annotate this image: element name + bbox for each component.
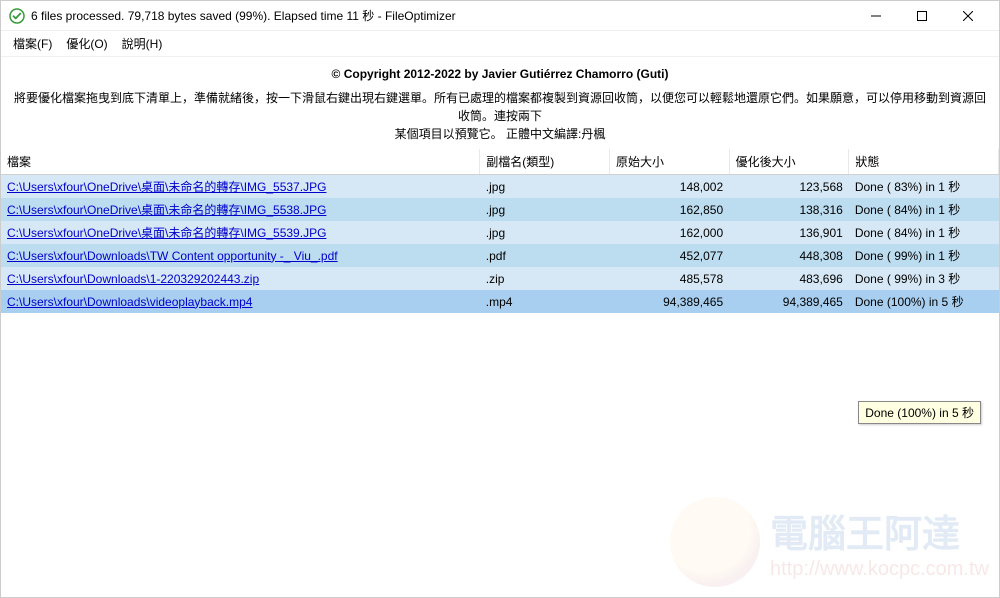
close-button[interactable] <box>945 1 991 31</box>
menu-file[interactable]: 檔案(F) <box>7 33 58 54</box>
file-link[interactable]: C:\Users\xfour\Downloads\videoplayback.m… <box>7 295 252 309</box>
col-file[interactable]: 檔案 <box>1 149 480 175</box>
cell-path[interactable]: C:\Users\xfour\OneDrive\桌面\未命名的轉存\IMG_55… <box>1 175 480 199</box>
file-table[interactable]: 檔案 副檔名(類型) 原始大小 優化後大小 狀態 C:\Users\xfour\… <box>1 149 999 313</box>
cell-path[interactable]: C:\Users\xfour\OneDrive\桌面\未命名的轉存\IMG_55… <box>1 198 480 221</box>
table-row[interactable]: C:\Users\xfour\Downloads\1-220329202443.… <box>1 267 999 290</box>
col-ext[interactable]: 副檔名(類型) <box>480 149 610 175</box>
cell-ext: .zip <box>480 267 610 290</box>
cell-ext: .jpg <box>480 198 610 221</box>
cell-ext: .pdf <box>480 244 610 267</box>
cell-orig: 148,002 <box>609 175 729 199</box>
cell-opt: 448,308 <box>729 244 849 267</box>
watermark-mascot-icon <box>670 497 760 587</box>
cell-opt: 123,568 <box>729 175 849 199</box>
menu-optimize[interactable]: 優化(O) <box>60 33 113 54</box>
col-status[interactable]: 狀態 <box>849 149 999 175</box>
cell-status: Done ( 84%) in 1 秒 <box>849 198 999 221</box>
file-link[interactable]: C:\Users\xfour\OneDrive\桌面\未命名的轉存\IMG_55… <box>7 203 326 217</box>
col-orig[interactable]: 原始大小 <box>609 149 729 175</box>
app-icon <box>9 8 25 24</box>
cell-opt: 94,389,465 <box>729 290 849 313</box>
cell-status: Done ( 99%) in 1 秒 <box>849 244 999 267</box>
instructions-text: 將要優化檔案拖曳到底下清單上，準備就緒後，按一下滑鼠右鍵出現右鍵選單。所有已處理… <box>1 87 999 149</box>
cell-status: Done ( 99%) in 3 秒 <box>849 267 999 290</box>
col-opt[interactable]: 優化後大小 <box>729 149 849 175</box>
file-link[interactable]: C:\Users\xfour\Downloads\1-220329202443.… <box>7 272 259 286</box>
cell-status: Done ( 83%) in 1 秒 <box>849 175 999 199</box>
titlebar: 6 files processed. 79,718 bytes saved (9… <box>1 1 999 31</box>
table-header-row: 檔案 副檔名(類型) 原始大小 優化後大小 狀態 <box>1 149 999 175</box>
table-row[interactable]: C:\Users\xfour\OneDrive\桌面\未命名的轉存\IMG_55… <box>1 198 999 221</box>
copyright-text: © Copyright 2012-2022 by Javier Gutiérre… <box>1 57 999 87</box>
cell-path[interactable]: C:\Users\xfour\Downloads\1-220329202443.… <box>1 267 480 290</box>
cell-orig: 485,578 <box>609 267 729 290</box>
window-controls <box>853 1 991 31</box>
cell-ext: .mp4 <box>480 290 610 313</box>
table-row[interactable]: C:\Users\xfour\Downloads\videoplayback.m… <box>1 290 999 313</box>
cell-orig: 162,000 <box>609 221 729 244</box>
file-link[interactable]: C:\Users\xfour\OneDrive\桌面\未命名的轉存\IMG_55… <box>7 180 326 194</box>
cell-opt: 483,696 <box>729 267 849 290</box>
instructions-line2: 某個項目以預覽它。 正體中文編譯:丹楓 <box>395 127 606 141</box>
cell-orig: 452,077 <box>609 244 729 267</box>
cell-path[interactable]: C:\Users\xfour\Downloads\TW Content oppo… <box>1 244 480 267</box>
minimize-button[interactable] <box>853 1 899 31</box>
window-title: 6 files processed. 79,718 bytes saved (9… <box>31 7 853 24</box>
table-row[interactable]: C:\Users\xfour\OneDrive\桌面\未命名的轉存\IMG_55… <box>1 221 999 244</box>
table-row[interactable]: C:\Users\xfour\Downloads\TW Content oppo… <box>1 244 999 267</box>
cell-orig: 162,850 <box>609 198 729 221</box>
file-link[interactable]: C:\Users\xfour\Downloads\TW Content oppo… <box>7 249 338 263</box>
cell-orig: 94,389,465 <box>609 290 729 313</box>
watermark-text: 電腦王阿達 <box>770 503 960 558</box>
maximize-button[interactable] <box>899 1 945 31</box>
status-tooltip: Done (100%) in 5 秒 <box>858 401 981 424</box>
cell-path[interactable]: C:\Users\xfour\OneDrive\桌面\未命名的轉存\IMG_55… <box>1 221 480 244</box>
menu-help[interactable]: 說明(H) <box>116 33 169 54</box>
watermark: 電腦王阿達 http://www.kocpc.com.tw <box>670 497 989 587</box>
instructions-line1: 將要優化檔案拖曳到底下清單上，準備就緒後，按一下滑鼠右鍵出現右鍵選單。所有已處理… <box>14 91 986 123</box>
cell-opt: 138,316 <box>729 198 849 221</box>
cell-status: Done (100%) in 5 秒 <box>849 290 999 313</box>
watermark-url: http://www.kocpc.com.tw <box>770 558 989 581</box>
table-row[interactable]: C:\Users\xfour\OneDrive\桌面\未命名的轉存\IMG_55… <box>1 175 999 199</box>
cell-status: Done ( 84%) in 1 秒 <box>849 221 999 244</box>
cell-path[interactable]: C:\Users\xfour\Downloads\videoplayback.m… <box>1 290 480 313</box>
cell-ext: .jpg <box>480 221 610 244</box>
menubar: 檔案(F) 優化(O) 說明(H) <box>1 31 999 57</box>
cell-ext: .jpg <box>480 175 610 199</box>
cell-opt: 136,901 <box>729 221 849 244</box>
file-link[interactable]: C:\Users\xfour\OneDrive\桌面\未命名的轉存\IMG_55… <box>7 226 326 240</box>
